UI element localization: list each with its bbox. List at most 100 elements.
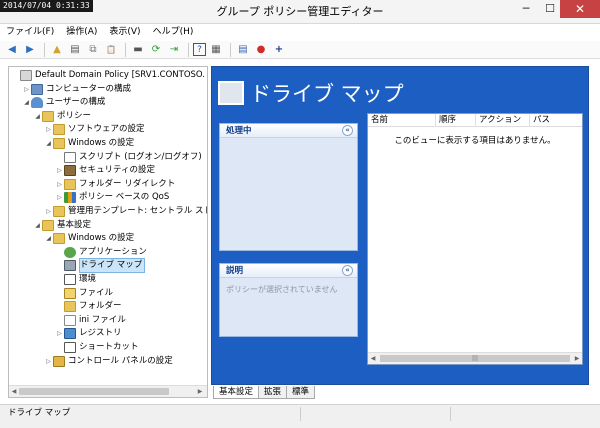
empty-list-message: このビューに表示する項目はありません。 (394, 136, 556, 146)
tree-item[interactable]: ini ファイル (55, 314, 126, 327)
tree-item[interactable]: ▷ ソフトウェアの設定 (44, 123, 145, 136)
tree-item[interactable]: ▷ 管理用テンプレート: セントラル ストア( (44, 205, 207, 218)
column-header-action[interactable]: アクション (476, 114, 530, 127)
list-horizontal-scrollbar[interactable]: ◀ ||| ▶ (368, 352, 582, 364)
processing-panel-body (220, 138, 357, 250)
close-button[interactable]: ✕ (560, 0, 600, 18)
tree-item[interactable]: ショートカット (55, 341, 139, 354)
paste-icon[interactable]: 📋 (103, 42, 119, 58)
tree-item[interactable]: 環境 (55, 273, 96, 286)
refresh-icon[interactable]: ⟳ (148, 42, 164, 58)
tree-item[interactable]: ▷ コントロール パネルの設定 (44, 355, 173, 368)
policy-icon (20, 70, 32, 81)
navigation-tree[interactable]: Default Domain Policy [SRV1.CONTOSO. ▷ コンピ… (8, 66, 208, 398)
folder-icon (53, 233, 65, 245)
expand-arrow-icon[interactable]: ▷ (44, 355, 53, 368)
computer-icon (31, 83, 43, 95)
tree-item[interactable]: ◢ 基本設定 (33, 219, 91, 232)
scroll-left-icon[interactable]: ◀ (9, 386, 19, 397)
tab-standard[interactable]: 標準 (286, 386, 316, 399)
expand-arrow-icon[interactable]: ◢ (33, 219, 42, 232)
show-hide-tree-icon[interactable]: ▤ (67, 42, 83, 58)
expand-arrow-icon[interactable]: ◢ (22, 96, 31, 109)
tab-extended[interactable]: 拡張 (258, 386, 288, 399)
expand-arrow-icon[interactable]: ▷ (22, 83, 31, 96)
tree-item[interactable]: Default Domain Policy [SRV1.CONTOSO. (11, 69, 205, 82)
help-icon[interactable]: ? (193, 43, 206, 56)
folder-icon (42, 219, 54, 231)
expand-arrow-icon[interactable]: ▷ (44, 205, 53, 218)
tree-item[interactable]: ▷ コンピューターの構成 (22, 83, 131, 96)
details-panel: ドライブ マップ 処理中 « 説明 « ポリシーが選択されていません 名前 順序… (211, 66, 589, 385)
tree-item[interactable]: ◢ Windows の設定 (44, 137, 134, 150)
tree-item[interactable]: ▷ ポリシー ベースの QoS (55, 191, 169, 204)
view-tabs: 基本設定 拡張 標準 (213, 386, 316, 400)
maximize-button[interactable]: ☐ (538, 0, 562, 18)
expand-arrow-icon[interactable]: ◢ (44, 232, 53, 245)
tree-item[interactable]: スクリプト (ログオン/ログオフ) (55, 151, 202, 164)
folder-icon (42, 110, 54, 122)
drive-icon (64, 260, 76, 272)
tree-item[interactable]: フォルダー (55, 300, 122, 313)
minimize-button[interactable]: ─ (514, 0, 538, 18)
copy-icon[interactable]: ⧉ (85, 42, 101, 58)
expand-arrow-icon[interactable]: ◢ (33, 110, 42, 123)
scroll-right-icon[interactable]: ▶ (572, 353, 582, 364)
add-icon[interactable]: + (271, 42, 287, 58)
new-document-icon[interactable]: ▤ (235, 42, 251, 58)
tree-item[interactable]: ▷ レジストリ (55, 327, 122, 340)
menu-action[interactable]: 操作(A) (60, 24, 103, 40)
tree-item[interactable]: ▷ セキュリティの設定 (55, 164, 155, 177)
menu-file[interactable]: ファイル(F) (0, 24, 60, 40)
tree-item-label: ファイル (79, 287, 114, 298)
expand-arrow-icon[interactable]: ◢ (44, 137, 53, 150)
app-icon (64, 246, 76, 258)
tree-item-label: セキュリティの設定 (79, 165, 155, 176)
expand-arrow-icon[interactable]: ▷ (55, 178, 64, 191)
tab-preferences[interactable]: 基本設定 (213, 386, 260, 399)
up-folder-icon[interactable]: ▲ (49, 42, 65, 58)
tree-item[interactable]: ◢ ユーザーの構成 (22, 96, 105, 109)
properties-icon[interactable]: ▦ (208, 42, 224, 58)
column-header-path[interactable]: パス (530, 114, 582, 127)
expand-arrow-icon[interactable]: ▷ (55, 191, 64, 204)
description-panel-header[interactable]: 説明 « (220, 264, 357, 278)
block-icon[interactable]: ● (253, 42, 269, 58)
computer-icon[interactable]: ▬ (130, 42, 146, 58)
tree-horizontal-scrollbar[interactable]: ◀ ▶ (9, 385, 207, 397)
expand-arrow-icon[interactable]: ▷ (44, 123, 53, 136)
column-header-order[interactable]: 順序 (436, 114, 476, 127)
tree-item-label: Windows の設定 (68, 138, 135, 148)
collapse-chevron-icon[interactable]: « (342, 265, 353, 276)
description-panel: 説明 « ポリシーが選択されていません (219, 263, 358, 337)
drive-map-title: ドライブ マップ (250, 82, 404, 106)
menu-bar: ファイル(F) 操作(A) 表示(V) ヘルプ(H) (0, 24, 600, 40)
forward-arrow-icon[interactable]: ▶ (22, 42, 38, 58)
scroll-left-icon[interactable]: ◀ (368, 353, 378, 364)
tree-item[interactable]: ◢ Windows の設定 (44, 232, 134, 245)
tree-item[interactable]: ドライブ マップ (55, 258, 146, 274)
tree-item[interactable]: ファイル (55, 287, 113, 300)
expand-arrow-icon[interactable]: ▷ (55, 327, 64, 340)
description-text: ポリシーが選択されていません (226, 285, 338, 294)
back-arrow-icon[interactable]: ◀ (4, 42, 20, 58)
collapse-chevron-icon[interactable]: « (342, 125, 353, 136)
processing-panel-header[interactable]: 処理中 « (220, 124, 357, 138)
tree-item-label: ショートカット (79, 342, 139, 352)
export-list-icon[interactable]: ⇥ (166, 42, 182, 58)
item-list[interactable]: 名前 順序 アクション パス このビューに表示する項目はありません。 ◀ |||… (367, 113, 583, 365)
tree-item[interactable]: ▷ フォルダー リダイレクト (55, 178, 175, 191)
scroll-thumb[interactable] (19, 388, 169, 395)
scroll-thumb[interactable]: ||| (380, 355, 570, 362)
expand-arrow-icon[interactable]: ▷ (55, 164, 64, 177)
tree-item[interactable]: アプリケーション (55, 246, 147, 259)
menu-view[interactable]: 表示(V) (103, 24, 146, 40)
tree-item[interactable]: ◢ ポリシー (33, 110, 91, 123)
scroll-right-icon[interactable]: ▶ (195, 386, 205, 397)
reg-icon (64, 328, 76, 340)
menu-help[interactable]: ヘルプ(H) (147, 24, 200, 40)
status-separator (300, 407, 301, 421)
tree-item-label: フォルダー リダイレクト (79, 178, 176, 189)
drive-map-icon (218, 81, 244, 105)
column-header-name[interactable]: 名前 (368, 114, 436, 127)
